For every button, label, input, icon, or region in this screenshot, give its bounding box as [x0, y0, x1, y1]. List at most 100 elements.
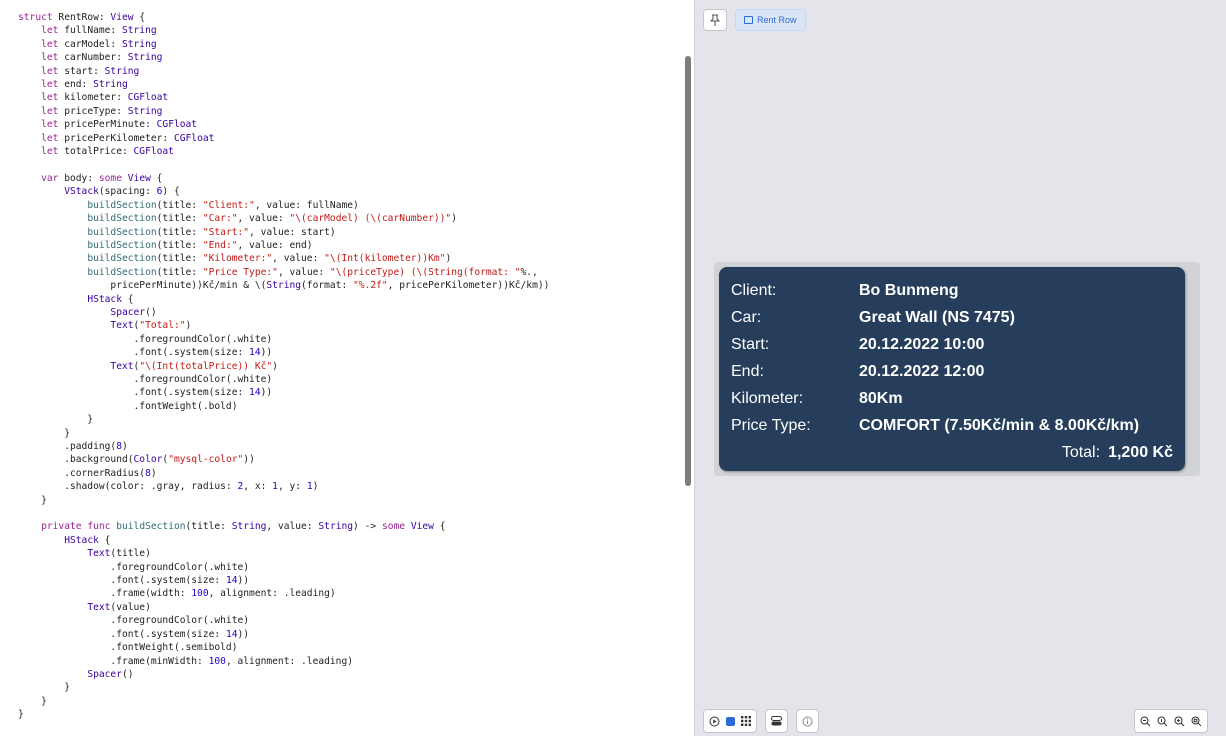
- code-line[interactable]: .font(.system(size: 14)): [18, 387, 273, 398]
- card-row-label: Start:: [731, 335, 770, 353]
- code-line[interactable]: let fullName: String: [18, 25, 157, 36]
- pin-icon: [710, 14, 720, 26]
- editor-scrollbar-thumb[interactable]: [685, 56, 691, 486]
- card-row-value: COMFORT (7.50Kč/min & 8.00Kč/km): [859, 416, 1140, 434]
- play-icon[interactable]: [709, 716, 720, 727]
- total-label: Total:: [1061, 444, 1101, 461]
- card-row: Client: Bo Bunmeng: [731, 277, 1173, 304]
- code-line[interactable]: let carModel: String: [18, 39, 157, 50]
- code-line[interactable]: let carNumber: String: [18, 52, 162, 63]
- code-line[interactable]: pricePerMinute))Kč/min & \(String(format…: [18, 280, 549, 291]
- info-icon: [802, 716, 813, 726]
- code-line[interactable]: .font(.system(size: 14)): [18, 575, 249, 586]
- card-row: Kilometer: 80Km: [731, 385, 1173, 412]
- code-line[interactable]: let pricePerKilometer: CGFloat: [18, 133, 214, 144]
- code-line[interactable]: .padding(8): [18, 441, 128, 452]
- code-line[interactable]: }: [18, 696, 47, 707]
- card-row-value: Great Wall (NS 7475): [859, 308, 1015, 326]
- code-line[interactable]: private func buildSection(title: String,…: [18, 521, 445, 532]
- zoom-controls: [1134, 709, 1208, 733]
- card-row: End: 20.12.2022 12:00: [731, 358, 1173, 385]
- code-line[interactable]: VStack(spacing: 6) {: [18, 186, 180, 197]
- zoom-fit-icon[interactable]: [1191, 716, 1202, 727]
- code-line[interactable]: .foregroundColor(.white): [18, 615, 249, 626]
- code-line[interactable]: buildSection(title: "Price Type:", value…: [18, 267, 538, 278]
- code-line[interactable]: .fontWeight(.semibold): [18, 642, 237, 653]
- code-line[interactable]: buildSection(title: "Car:", value: "\(ca…: [18, 213, 457, 224]
- zoom-out-icon[interactable]: [1140, 716, 1151, 727]
- code-line[interactable]: buildSection(title: "Kilometer:", value:…: [18, 253, 451, 264]
- code-line[interactable]: Spacer(): [18, 669, 133, 680]
- selectable-mode-icon[interactable]: [726, 716, 735, 726]
- code-line[interactable]: }: [18, 682, 70, 693]
- code-line[interactable]: buildSection(title: "Client:", value: fu…: [18, 200, 358, 211]
- code-line[interactable]: .font(.system(size: 14)): [18, 347, 273, 358]
- card-row-value: Bo Bunmeng: [859, 281, 959, 299]
- code-line[interactable]: .shadow(color: .gray, radius: 2, x: 1, y…: [18, 481, 318, 492]
- code-line[interactable]: let pricePerMinute: CGFloat: [18, 119, 197, 130]
- device-settings-button[interactable]: [765, 709, 788, 733]
- code-line[interactable]: .foregroundColor(.white): [18, 334, 273, 345]
- code-line[interactable]: let start: String: [18, 66, 139, 77]
- card-row: Start: 20.12.2022 10:00: [731, 331, 1173, 358]
- code-line[interactable]: }: [18, 495, 47, 506]
- code-line[interactable]: let priceType: String: [18, 106, 162, 117]
- code-line[interactable]: HStack {: [18, 535, 110, 546]
- card-row-label: End:: [731, 362, 764, 380]
- preview-toolbar: Rent Row: [703, 9, 806, 31]
- code-line[interactable]: Text("\(Int(totalPrice)) Kč"): [18, 361, 278, 372]
- code-line[interactable]: .frame(width: 100, alignment: .leading): [18, 588, 335, 599]
- code-line[interactable]: }: [18, 414, 93, 425]
- code-line[interactable]: let kilometer: CGFloat: [18, 92, 168, 103]
- code-line[interactable]: .cornerRadius(8): [18, 468, 156, 479]
- code-line[interactable]: }: [18, 428, 70, 439]
- code-line[interactable]: var body: some View {: [18, 173, 162, 184]
- total-value: 1,200 Kč: [1108, 444, 1173, 461]
- code-line[interactable]: .foregroundColor(.white): [18, 374, 273, 385]
- device-settings-icon: [771, 716, 782, 726]
- code-line[interactable]: }: [18, 709, 24, 720]
- total-row: Total: 1,200 Kč: [731, 439, 1173, 467]
- card-row-label: Price Type:: [731, 416, 811, 434]
- pin-button[interactable]: [703, 9, 727, 31]
- card-row-label: Car:: [731, 308, 762, 326]
- info-button[interactable]: [796, 709, 819, 733]
- rent-row-card: Client: Bo Bunmeng Car: Great Wall (NS 7475…: [719, 267, 1185, 471]
- zoom-in-icon[interactable]: [1174, 716, 1185, 727]
- code-text[interactable]: struct RentRow: View { let fullName: Str…: [18, 11, 549, 722]
- card-row-label: Client:: [731, 281, 777, 299]
- card-row-value: 80Km: [859, 389, 903, 407]
- preview-tab-label: Rent Row: [757, 15, 797, 25]
- code-line[interactable]: .fontWeight(.bold): [18, 401, 238, 412]
- preview-canvas: Rent Row Client: Bo Bunmeng Car: Great Wall…: [695, 0, 1226, 736]
- card-row-label: Kilometer:: [731, 389, 804, 407]
- card-row-value: 20.12.2022 10:00: [859, 335, 985, 353]
- code-line[interactable]: let totalPrice: CGFloat: [18, 146, 174, 157]
- mode-button-group[interactable]: [703, 709, 757, 733]
- preview-device-frame: Client: Bo Bunmeng Car: Great Wall (NS 7475…: [714, 262, 1200, 476]
- code-editor[interactable]: struct RentRow: View { let fullName: Str…: [0, 0, 694, 736]
- code-line[interactable]: Text(value): [18, 602, 151, 613]
- rent-row-sections: Client: Bo Bunmeng Car: Great Wall (NS 7475…: [731, 277, 1173, 439]
- code-line[interactable]: let end: String: [18, 79, 128, 90]
- card-row: Car: Great Wall (NS 7475): [731, 304, 1173, 331]
- code-line[interactable]: buildSection(title: "End:", value: end): [18, 240, 312, 251]
- code-line[interactable]: HStack {: [18, 294, 133, 305]
- code-line[interactable]: .background(Color("mysql-color")): [18, 454, 255, 465]
- code-line[interactable]: Spacer(): [18, 307, 156, 318]
- card-row-value: 20.12.2022 12:00: [859, 362, 985, 380]
- code-line[interactable]: Text("Total:"): [18, 320, 191, 331]
- grid-variants-icon[interactable]: [741, 716, 751, 726]
- code-line[interactable]: struct RentRow: View {: [18, 12, 145, 23]
- preview-tab-icon: [744, 16, 753, 24]
- code-line[interactable]: .foregroundColor(.white): [18, 562, 249, 573]
- code-line[interactable]: .font(.system(size: 14)): [18, 629, 249, 640]
- code-line[interactable]: Text(title): [18, 548, 151, 559]
- code-line[interactable]: buildSection(title: "Start:", value: sta…: [18, 227, 335, 238]
- zoom-button-group[interactable]: [1134, 709, 1208, 733]
- preview-bottom-controls: [703, 709, 819, 733]
- zoom-100-icon[interactable]: [1157, 716, 1168, 727]
- card-row: Price Type: COMFORT (7.50Kč/min & 8.00Kč/…: [731, 412, 1173, 439]
- code-line[interactable]: .frame(minWidth: 100, alignment: .leadin…: [18, 656, 353, 667]
- preview-tab-rent-row[interactable]: Rent Row: [735, 9, 806, 31]
